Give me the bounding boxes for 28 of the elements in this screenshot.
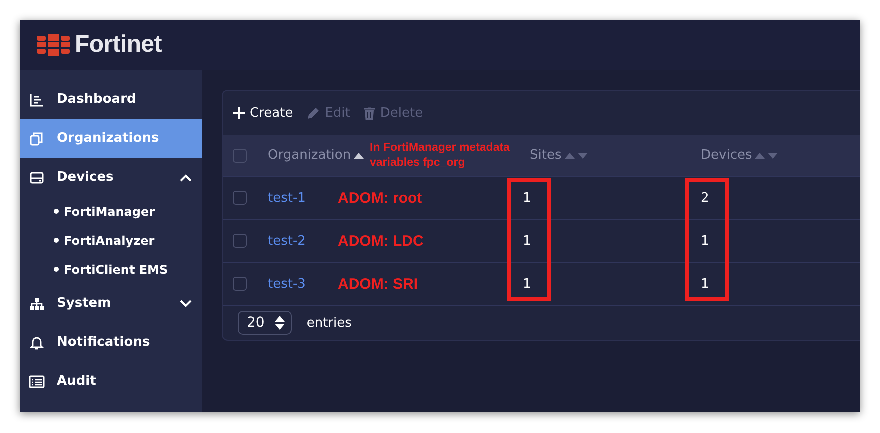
- table-cell-text: 1: [523, 234, 532, 248]
- organization-link[interactable]: test-1: [268, 190, 338, 206]
- table-cell-text: 1: [701, 234, 710, 248]
- table-cell-text: 1: [701, 276, 710, 292]
- create-button[interactable]: Create: [233, 106, 294, 120]
- organization-link[interactable]: test-3: [268, 276, 338, 292]
- sidebar-item[interactable]: Notifications: [20, 323, 202, 362]
- organization-link[interactable]: test-2: [268, 234, 338, 248]
- annotation-text: ADOM: root: [338, 190, 424, 206]
- annotation-text: ADOM: LDC: [338, 232, 425, 250]
- sidebar-item[interactable]: Devices: [20, 158, 202, 197]
- column-header[interactable]: Sites: [530, 148, 562, 163]
- column-header[interactable]: Devices: [701, 148, 752, 163]
- table-cell-text: 1: [523, 190, 532, 206]
- column-header[interactable]: Organization: [268, 148, 352, 163]
- sidebar-item[interactable]: Dashboard: [20, 80, 202, 119]
- entries-label: entries: [306, 316, 352, 330]
- annotation-text: ADOM: SRI: [338, 276, 419, 292]
- submenu-item[interactable]: FortiManager: [20, 197, 202, 226]
- sidebar-item[interactable]: Audit: [20, 362, 202, 401]
- brand-name: Fortinet: [75, 31, 162, 59]
- submenu-item[interactable]: FortiClient EMS: [20, 255, 202, 284]
- table-cell-text: 2: [701, 190, 710, 206]
- table-cell-text: 1: [523, 276, 532, 292]
- sidebar-item[interactable]: System: [20, 284, 202, 323]
- page-size-select[interactable]: 20: [238, 311, 292, 335]
- submenu-item[interactable]: FortiAnalyzer: [20, 226, 202, 255]
- annotation-text: In FortiManager metadata variables fpc_org: [370, 140, 511, 170]
